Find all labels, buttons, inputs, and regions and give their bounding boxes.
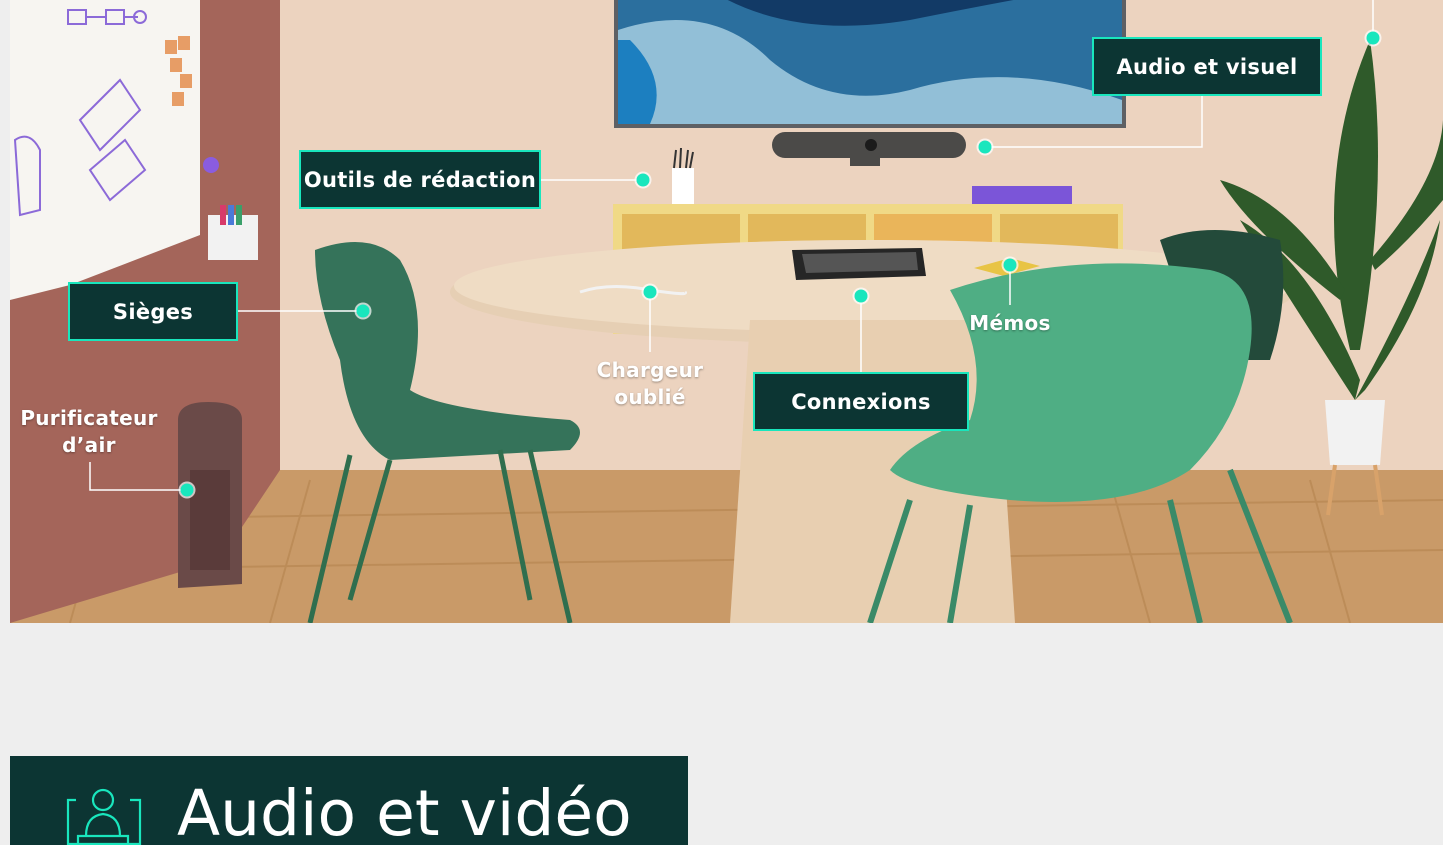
section-header: Audio et vidéo — [10, 756, 688, 845]
label-purificateur-line2: d’air — [62, 433, 116, 457]
hotspot-purificateur[interactable] — [180, 483, 194, 497]
label-memos[interactable]: Mémos — [955, 310, 1065, 337]
purple-box — [972, 186, 1072, 204]
label-chargeur-line1: Chargeur — [596, 358, 704, 382]
callout-connexions-label: Connexions — [791, 389, 931, 414]
user-presentation-icon — [66, 786, 142, 845]
pencil-cup — [672, 168, 694, 204]
label-chargeur-line2: oublié — [614, 385, 686, 409]
hotspot-chargeur[interactable] — [643, 285, 657, 299]
callout-sieges[interactable]: Sièges — [68, 282, 238, 341]
hotspot-outils-redaction[interactable] — [636, 173, 650, 187]
callout-connexions[interactable]: Connexions — [753, 372, 969, 431]
label-chargeur[interactable]: Chargeur oublié — [585, 357, 715, 411]
callout-audio-visuel[interactable]: Audio et visuel — [1092, 37, 1322, 96]
meeting-room-illustration: Audio et visuel Outils de rédaction Sièg… — [10, 0, 1443, 623]
callout-outils-redaction[interactable]: Outils de rédaction — [299, 150, 541, 209]
hotspot-connexions[interactable] — [854, 289, 868, 303]
section-title: Audio et vidéo — [177, 777, 632, 845]
callout-outils-redaction-label: Outils de rédaction — [303, 167, 537, 192]
hotspot-sieges[interactable] — [356, 304, 370, 318]
plant-pot — [1325, 400, 1385, 465]
hotspot-plant[interactable] — [1366, 31, 1380, 45]
callout-sieges-label: Sièges — [112, 299, 194, 324]
label-purificateur[interactable]: Purificateur d’air — [14, 405, 164, 459]
callout-audio-visuel-label: Audio et visuel — [1116, 54, 1298, 79]
label-memos-text: Mémos — [969, 311, 1051, 335]
hotspot-memos[interactable] — [1003, 258, 1017, 272]
label-purificateur-line1: Purificateur — [20, 406, 158, 430]
hotspot-audio-visuel[interactable] — [978, 140, 992, 154]
